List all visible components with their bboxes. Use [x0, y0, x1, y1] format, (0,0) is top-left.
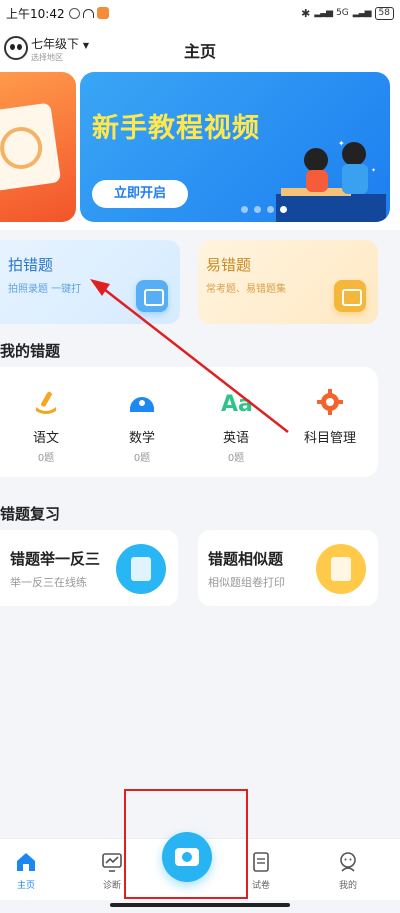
subject-name: 科目管理: [303, 431, 356, 446]
banner-title: 新手教程视频: [92, 113, 260, 144]
annotation-highlight-box: [124, 789, 248, 899]
home-icon: [17, 853, 35, 871]
subject-count: 0题: [133, 453, 151, 464]
app-header: 七年级下 ▼ 选择地区 主页: [0, 26, 400, 72]
diagnosis-icon: [102, 853, 122, 872]
carousel-dot[interactable]: [254, 206, 261, 213]
svg-text:Aa: Aa: [221, 392, 253, 417]
banner-start-button[interactable]: 立即开启: [92, 180, 188, 208]
tab-profile[interactable]: 我的: [318, 851, 378, 891]
subject-english[interactable]: Aa 英语 0题: [196, 387, 276, 464]
review-subtitle: 举一反三在线练: [10, 576, 87, 589]
gear-icon: [317, 389, 343, 415]
carousel-dot-active[interactable]: [280, 206, 287, 213]
tab-label: 主页: [16, 881, 35, 891]
english-aa-icon: Aa: [221, 392, 253, 417]
app-notification-icon: [96, 7, 109, 19]
status-bar: 上午10:42 ✱ ▂▃▅ 5G ▂▃▅ 58: [0, 0, 400, 26]
banner-slide-tutorial[interactable]: 新手教程视频 立即开启 ✦ ✦: [80, 72, 390, 222]
tab-label: 我的: [338, 881, 357, 891]
svg-text:✦: ✦: [371, 167, 376, 174]
review-card-similar[interactable]: 错题相似题 相似题组卷打印: [198, 530, 378, 606]
signal-icon-2: ▂▃▅: [352, 8, 372, 18]
subject-name: 数学: [128, 431, 155, 446]
similar-doc-icon: [316, 544, 366, 594]
easy-mistakes-card[interactable]: 易错题 常考题、易错题集: [198, 240, 378, 324]
photo-mistakes-card[interactable]: 拍错题 拍照录题 一键打: [0, 240, 180, 324]
calendar-illustration: [0, 102, 62, 192]
feature-subtitle: 常考题、易错题集: [206, 284, 286, 295]
subject-name: 语文: [32, 431, 59, 446]
status-time: 上午10:42: [6, 6, 65, 21]
subject-management[interactable]: 科目管理: [290, 387, 370, 446]
subjects-panel: 语文 0题 数学 0题 Aa 英语 0题 科目管理: [0, 367, 378, 477]
subject-math[interactable]: 数学 0题: [102, 387, 182, 464]
alarm-icon: [68, 7, 80, 19]
svg-text:✦: ✦: [338, 139, 345, 148]
book-icon: [334, 280, 366, 312]
camera-icon: [136, 280, 168, 312]
banner-carousel[interactable]: 新手教程视频 立即开启 ✦ ✦: [0, 72, 400, 230]
network-type: 5G: [336, 8, 349, 18]
page-title: 主页: [183, 42, 216, 61]
subject-name: 英语: [222, 431, 249, 446]
subject-chinese[interactable]: 语文 0题: [6, 387, 86, 464]
feature-subtitle: 拍照录题 一键打: [8, 284, 82, 295]
review-title: 错题相似题: [208, 550, 284, 568]
headphone-icon: [82, 8, 94, 18]
review-title: 错题举一反三: [10, 550, 101, 568]
banner-slide-prev[interactable]: [0, 72, 76, 222]
status-notification-icons: [68, 7, 109, 19]
carousel-dot[interactable]: [267, 206, 274, 213]
review-heading: 错题复习: [0, 505, 61, 523]
status-right: ✱ ▂▃▅ 5G ▂▃▅ 58: [301, 6, 394, 20]
feature-title: 拍错题: [8, 256, 54, 274]
practice-sheet-icon: [116, 544, 166, 594]
carousel-dot[interactable]: [241, 206, 248, 213]
math-ruler-icon: [130, 397, 154, 412]
students-illustration: ✦ ✦: [276, 139, 386, 222]
subject-count: 0题: [227, 453, 245, 464]
home-indicator: [110, 903, 290, 907]
profile-icon: [340, 852, 356, 872]
tab-home[interactable]: 主页: [0, 851, 56, 891]
carousel-dots: [241, 206, 287, 213]
bluetooth-icon: ✱: [301, 6, 311, 20]
battery-icon: 58: [374, 6, 394, 20]
review-subtitle: 相似题组卷打印: [208, 576, 285, 589]
paper-icon: [253, 852, 269, 872]
feature-title: 易错题: [206, 256, 252, 274]
review-card-practice[interactable]: 错题举一反三 举一反三在线练: [0, 530, 178, 606]
subject-count: 0题: [37, 453, 55, 464]
my-mistakes-heading: 我的错题: [0, 342, 61, 360]
chinese-brush-icon: [36, 391, 56, 414]
signal-icon: ▂▃▅: [314, 8, 333, 18]
